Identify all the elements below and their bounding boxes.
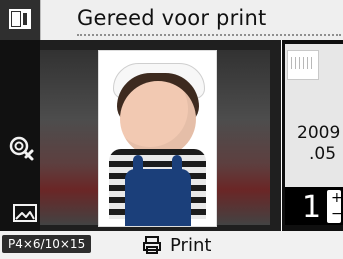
paper-size-badge[interactable]: P4×6/10×15 [2, 235, 92, 253]
print-button[interactable]: Print [142, 233, 211, 257]
quantity-minus[interactable]: − [331, 206, 343, 222]
lens-off-button[interactable] [6, 133, 36, 163]
layout-toggle-button[interactable] [0, 0, 41, 40]
child-overall [125, 169, 191, 226]
lens-off-icon [9, 136, 34, 161]
quantity-value: 1 [302, 190, 322, 225]
print-icon [143, 236, 161, 254]
date-month: .05 [309, 144, 337, 164]
quantity-plus[interactable]: + [331, 190, 343, 206]
top-bar: Gereed voor print [0, 0, 343, 40]
layout-thumbnail[interactable] [287, 50, 319, 80]
date-year: 2009 [297, 123, 341, 143]
picture-frame-icon [13, 204, 37, 222]
print-preview-frame [98, 50, 217, 227]
layout-icon [9, 9, 31, 29]
print-label: Print [170, 234, 212, 256]
child-face [120, 81, 196, 157]
frame-button[interactable] [10, 199, 40, 229]
page-title: Gereed voor print [77, 6, 267, 30]
title-underline [77, 34, 341, 36]
